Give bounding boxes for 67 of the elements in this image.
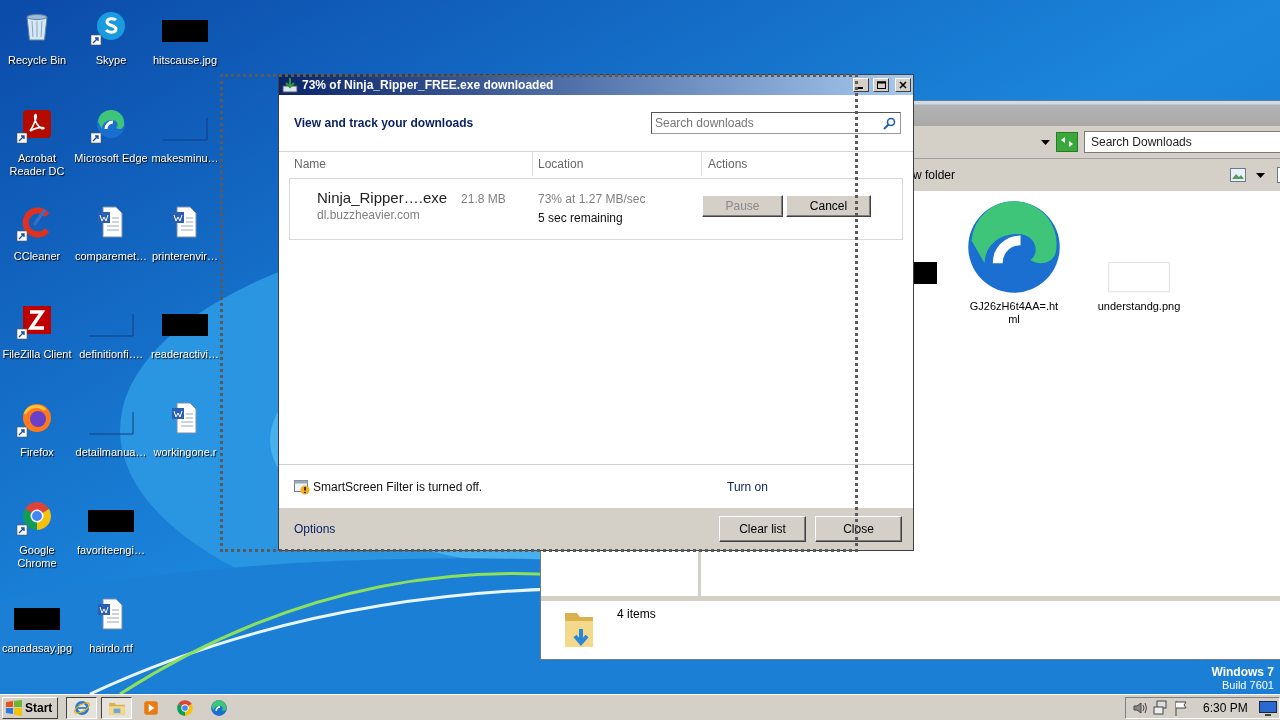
icon-label[interactable]: makesminu… <box>148 152 222 165</box>
action-button[interactable]: Cancel <box>786 195 871 217</box>
taskbar-app-button[interactable] <box>66 696 97 719</box>
caret-icon[interactable] <box>1256 172 1265 178</box>
os-build: Build 7601 <box>1222 679 1274 691</box>
icon-label[interactable]: workingone.r <box>148 446 222 459</box>
column-header[interactable]: Location <box>533 152 702 176</box>
os-name: Windows 7 <box>1211 665 1274 679</box>
minimize-button[interactable] <box>853 78 869 92</box>
chrome-icon <box>176 698 194 717</box>
icon-label[interactable]: Google Chrome <box>0 544 74 570</box>
edge-icon <box>210 698 228 717</box>
speaker-icon[interactable] <box>1132 699 1148 716</box>
icon-label[interactable]: Recycle Bin <box>0 54 74 67</box>
taskbar-app-button[interactable] <box>101 696 132 719</box>
icon-label[interactable]: CCleaner <box>0 250 74 263</box>
search-icon[interactable] <box>883 117 896 130</box>
search-field[interactable]: Search Downloads <box>1084 131 1280 153</box>
file-label[interactable]: understandg.png <box>1091 300 1187 313</box>
dialog-heading: View and track your downloads <box>294 116 475 130</box>
start-button[interactable]: Start <box>2 696 58 719</box>
window-title: 73% of Ninja_Ripper_FREE.exe downloaded <box>302 78 555 92</box>
maximize-icon <box>876 81 886 89</box>
turn-on-link[interactable]: Turn on <box>727 479 913 494</box>
maximize-button[interactable] <box>873 78 889 92</box>
icon-label[interactable]: hitscause.jpg <box>148 54 222 67</box>
show-desktop-icon[interactable] <box>1258 699 1277 716</box>
file-name: Ninja_Ripper….exe <box>317 189 448 206</box>
icon-label[interactable]: Firefox <box>0 446 74 459</box>
flag-icon[interactable] <box>1174 699 1188 716</box>
icon-label[interactable]: Skype <box>74 54 148 67</box>
icon-label[interactable]: favoriteengi… <box>74 544 148 557</box>
icon-label[interactable]: comparemet… <box>74 250 148 263</box>
file-label[interactable]: GJ26zH6t4AA=.html <box>966 300 1062 326</box>
refresh-icon[interactable] <box>1056 132 1078 152</box>
icon-label[interactable]: hairdo.rtf <box>74 642 148 655</box>
view-icon[interactable] <box>1230 168 1246 182</box>
icon-label[interactable]: printerenvir… <box>148 250 222 263</box>
progress-text: 73% at 1.27 MB/sec <box>538 192 647 206</box>
time-remaining: 5 sec remaining <box>538 211 624 225</box>
options-link[interactable]: Options <box>294 522 336 536</box>
close-button[interactable] <box>895 78 911 92</box>
icon-label[interactable]: FileZilla Client <box>0 348 74 361</box>
icon-label[interactable]: definitionfi…. <box>74 348 148 361</box>
clock[interactable]: 6:30 PM <box>1203 700 1248 715</box>
icon-label[interactable]: Microsoft Edge <box>74 152 148 165</box>
item-count: 4 items <box>617 607 656 621</box>
search-field[interactable]: Search downloads <box>651 112 901 134</box>
icon-label[interactable]: canadasay.jpg <box>0 642 74 655</box>
internet-explorer-icon <box>72 698 91 717</box>
warning-shield-icon <box>294 478 310 495</box>
icon-label[interactable]: detailmanua… <box>74 446 148 459</box>
column-header[interactable]: Name <box>279 152 533 176</box>
file-size: 21.8 MB <box>461 192 506 206</box>
icon-label[interactable]: Acrobat Reader DC <box>0 152 74 178</box>
network-icon[interactable] <box>1153 699 1169 716</box>
column-header[interactable]: Actions <box>702 152 913 176</box>
windows-flag-icon <box>5 699 23 716</box>
download-icon <box>282 77 298 93</box>
footer-button[interactable]: Clear list <box>719 516 806 542</box>
media-player-icon <box>142 698 160 717</box>
caret-icon[interactable] <box>1041 139 1050 145</box>
source-url: dl.buzzheavier.com <box>317 208 421 222</box>
close-icon <box>899 81 907 89</box>
icon-label[interactable]: readeractivi… <box>148 348 222 361</box>
edge-icon[interactable] <box>965 198 1063 296</box>
smartscreen-message: SmartScreen Filter is turned off. <box>313 479 483 494</box>
